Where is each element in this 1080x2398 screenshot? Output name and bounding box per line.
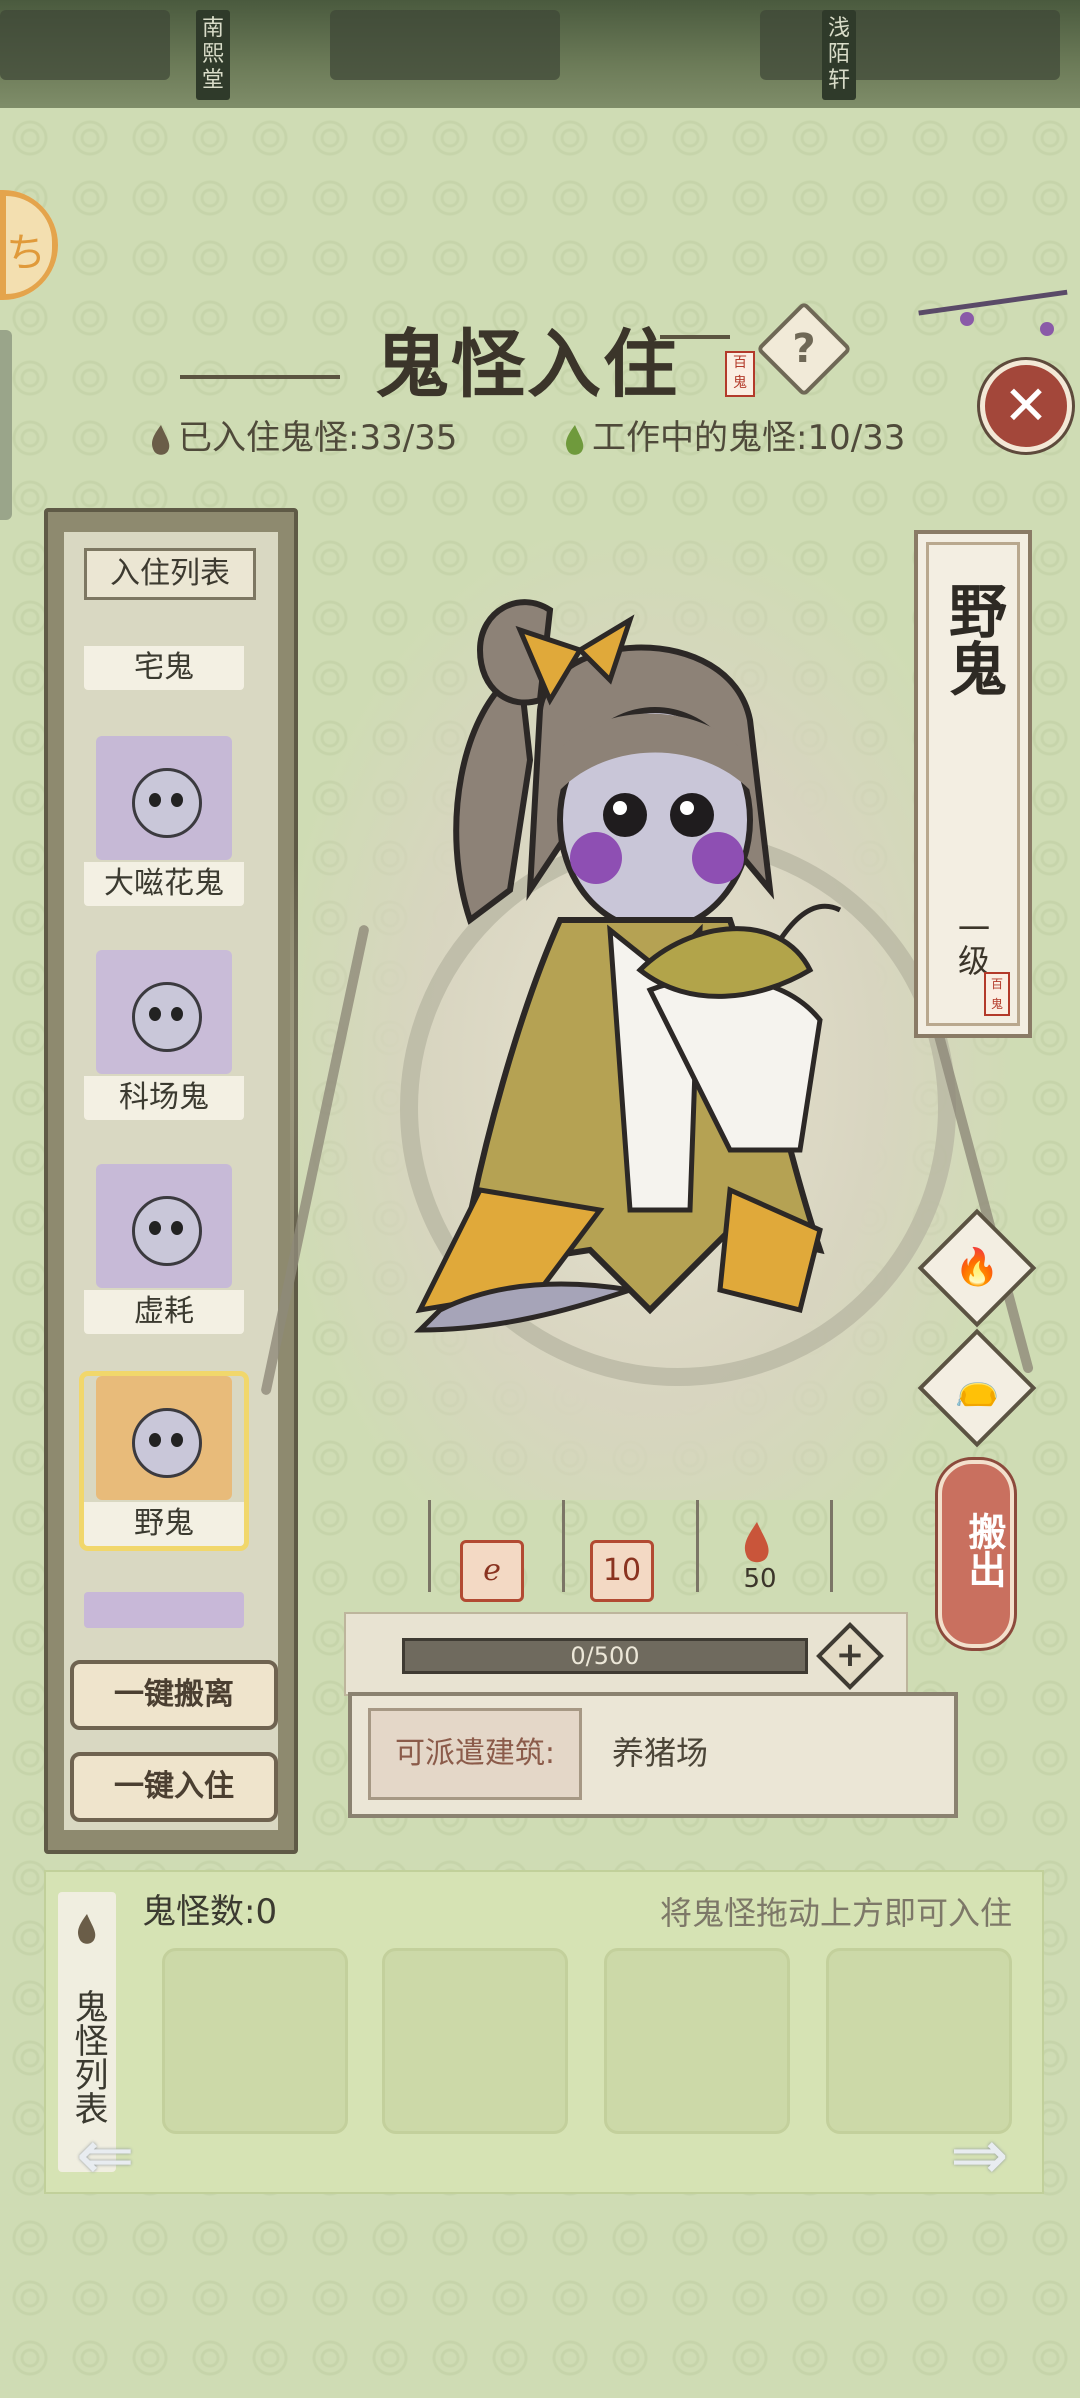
ghost-character[interactable] [400, 590, 880, 1350]
roof [330, 10, 560, 80]
add-experience-button[interactable]: + [816, 1622, 884, 1690]
working-count: 工作中的鬼怪:10/33 [562, 410, 905, 459]
ghost-face [132, 768, 202, 838]
experience-text: 0/500 [570, 1642, 640, 1670]
list-item-yegui[interactable]: 野鬼 [84, 1376, 244, 1546]
ghost-fire-icon: 🔥 [954, 1247, 1000, 1288]
title-ornament-left [180, 375, 340, 379]
roof [0, 10, 170, 80]
ghost-slot[interactable] [604, 1948, 790, 2134]
ghost-scene [260, 540, 1035, 1500]
ghost-portrait [96, 736, 232, 860]
ghost-count: 鬼怪数:0 [142, 1892, 278, 1932]
blossom [1040, 322, 1054, 336]
coin-icon: ち [6, 230, 46, 276]
ghost-face [132, 1196, 202, 1266]
ghost-name-plate: 野鬼 一级 百鬼 [914, 530, 1032, 1038]
ghost-portrait [96, 1164, 232, 1288]
plus-icon: + [835, 1635, 865, 1675]
fire-value: 50 [743, 1564, 777, 1594]
title-row: 鬼怪入住 百鬼 ? [180, 300, 853, 408]
close-icon: ✕ [1003, 374, 1049, 437]
move-out-button[interactable]: 搬出 [938, 1460, 1014, 1648]
list-item-zhaigui[interactable]: 宅鬼 [84, 628, 244, 690]
dispatch-panel: 可派遣建筑: 养猪场 [348, 1692, 958, 1818]
resident-count-text: 已入住鬼怪:33/35 [178, 418, 458, 458]
side-edge-handle[interactable] [0, 330, 12, 520]
level-badge-icon[interactable]: 10 [590, 1540, 654, 1602]
move-out-label: 搬出 [962, 1512, 1006, 1588]
bag-icon: 👝 [954, 1367, 1000, 1408]
ghost-portrait [96, 950, 232, 1074]
divider [428, 1500, 431, 1592]
green-fire-icon [566, 424, 584, 455]
prev-page-arrow[interactable]: ⇐ [76, 2114, 186, 2196]
blossom [960, 312, 974, 326]
list-item-xuhao[interactable]: 虚耗 [84, 1164, 244, 1334]
ghost-face [132, 982, 202, 1052]
next-page-arrow[interactable]: ⇒ [950, 2114, 1060, 2196]
list-item-kechanggui[interactable]: 科场鬼 [84, 950, 244, 1120]
divider [696, 1500, 699, 1592]
arrow-left-icon: ⇐ [76, 2114, 135, 2196]
town-sign-2: 浅陌轩 [822, 10, 856, 100]
remove-all-button[interactable]: 一键搬离 [70, 1660, 278, 1730]
experience-bar: 0/500 [402, 1638, 808, 1674]
experience-panel: 0/500 + [344, 1612, 908, 1696]
roof [760, 10, 1060, 80]
ghost-name: 大嗞花鬼 [84, 862, 244, 906]
list-item-dacihuagui[interactable]: 大嗞花鬼 [84, 736, 244, 906]
working-count-text: 工作中的鬼怪:10/33 [592, 418, 906, 458]
ghost-bank: 鬼怪列表 鬼怪数:0 将鬼怪拖动上方即可入住 [44, 1870, 1044, 2194]
arrow-right-icon: ⇒ [950, 2114, 1009, 2196]
ghost-fire-icon [152, 424, 170, 455]
drag-hint: 将鬼怪拖动上方即可入住 [659, 1894, 1012, 1932]
move-in-all-button[interactable]: 一键入住 [70, 1752, 278, 1822]
ghost-slot[interactable] [382, 1948, 568, 2134]
ghost-name: 宅鬼 [84, 646, 244, 690]
town-sign-1: 南熙堂 [196, 10, 230, 100]
ghost-stats: ℯ 10 50 [424, 1500, 844, 1602]
name-seal: 百鬼 [984, 972, 1010, 1016]
resident-list-header: 入住列表 [84, 548, 256, 600]
ghost-title: 野鬼 [939, 581, 1007, 697]
page-title: 鬼怪入住 [375, 322, 679, 408]
close-button[interactable]: ✕ [980, 360, 1072, 452]
ghost-name: 虚耗 [84, 1290, 244, 1334]
ghost-face [132, 1408, 202, 1478]
dispatch-label: 可派遣建筑: [368, 1708, 582, 1800]
list-item-partial[interactable] [84, 1592, 244, 1628]
title-seal: 百鬼 [725, 351, 755, 397]
dispatch-building[interactable]: 养猪场 [612, 1696, 708, 1810]
help-button[interactable]: ? [755, 300, 853, 398]
ghost-portrait [96, 1376, 232, 1500]
ghost-slot[interactable] [826, 1948, 1012, 2134]
resident-count: 已入住鬼怪:33/35 [148, 410, 457, 459]
divider [562, 1500, 565, 1592]
fire-icon [744, 1522, 769, 1563]
question-icon: ? [792, 326, 816, 372]
ghost-name: 科场鬼 [84, 1076, 244, 1120]
ghost-name: 野鬼 [84, 1502, 244, 1546]
ghost-fire-icon [78, 1914, 96, 1944]
skill-icon[interactable]: ℯ [460, 1540, 524, 1602]
divider [830, 1500, 833, 1592]
ghost-slot[interactable] [162, 1948, 348, 2134]
background-town: 南熙堂 浅陌轩 [0, 0, 1080, 108]
